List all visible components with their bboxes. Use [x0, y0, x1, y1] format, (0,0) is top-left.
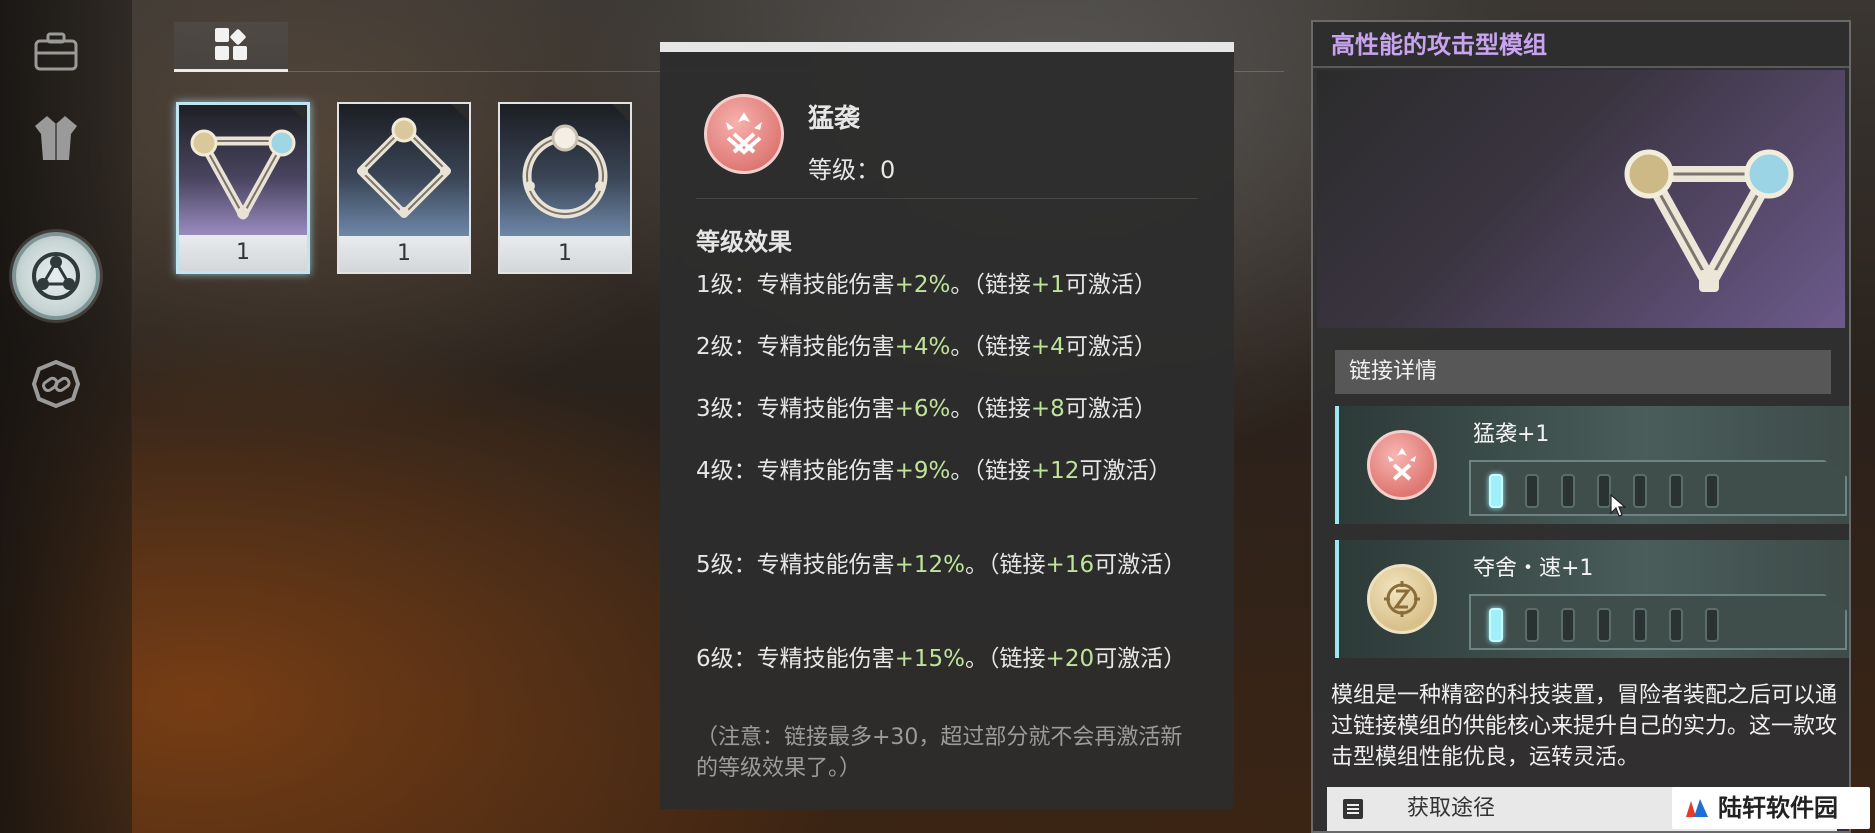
possession-speed-icon: [1367, 564, 1437, 634]
link-segment: [1525, 474, 1539, 508]
module-card-triangle[interactable]: 1: [176, 102, 310, 274]
tooltip-level: 等级：0: [808, 156, 896, 184]
mouse-cursor-icon: [1610, 494, 1626, 517]
list-icon: [1341, 797, 1365, 821]
link-progress-bar: [1469, 460, 1847, 516]
outfit-icon[interactable]: [26, 108, 86, 168]
link-segment: [1669, 474, 1683, 508]
link-row-assault: 猛袭+1: [1335, 406, 1849, 524]
site-watermark: 陆轩软件园: [1672, 787, 1870, 829]
link-segment: [1489, 474, 1503, 508]
diamond-module-art: [339, 104, 469, 238]
level-effect-3: 3级：专精技能伤害+6%。（链接+8可激活）: [696, 396, 1157, 422]
obtain-source-label: 获取途径: [1407, 796, 1496, 821]
module-card-diamond[interactable]: 1: [337, 102, 471, 274]
module-detail-panel: 高性能的攻击型模组 链接详情 猛袭+1 夺舍・速+1 模组是一种精密的科技装置，…: [1311, 20, 1851, 833]
module-icon[interactable]: [12, 232, 100, 320]
level-effect-4: 4级：专精技能伤害+9%。（链接+12可激活）: [696, 458, 1172, 484]
ring-module-art: [500, 104, 630, 238]
left-nav-rail: [0, 0, 132, 833]
module-title: 高性能的攻击型模组: [1313, 22, 1849, 68]
link-label: 夺舍・速+1: [1473, 556, 1594, 581]
link-segment: [1669, 608, 1683, 642]
card-corner: [612, 104, 630, 122]
level-effect-1: 1级：专精技能伤害+2%。（链接+1可激活）: [696, 272, 1157, 298]
link-segment: [1705, 474, 1719, 508]
link-segment: [1525, 608, 1539, 642]
module-description: 模组是一种精密的科技装置，冒险者装配之后可以通过链接模组的供能核心来提升自己的实…: [1331, 683, 1837, 770]
link-segment: [1489, 608, 1503, 642]
watermark-text: 陆轩软件园: [1718, 794, 1838, 822]
briefcase-icon[interactable]: [26, 22, 86, 82]
module-preview: [1317, 70, 1845, 328]
assault-icon: [704, 94, 784, 174]
link-segment: [1705, 608, 1719, 642]
link-segment: [1561, 474, 1575, 508]
triangle-module-preview-art: [1624, 149, 1794, 292]
watermark-logo-icon: [1686, 799, 1708, 817]
level-effect-5: 5级：专精技能伤害+12%。（链接+16可激活）: [696, 552, 1187, 578]
link-segment: [1597, 474, 1611, 508]
card-count: 1: [179, 235, 307, 271]
link-segment: [1597, 608, 1611, 642]
link-row-possession-speed: 夺舍・速+1: [1335, 540, 1849, 658]
link-cap-note: （注意：链接最多+30，超过部分就不会再激活新的等级效果了。）: [696, 725, 1183, 781]
card-count: 1: [339, 236, 469, 272]
assault-icon: [1367, 430, 1437, 500]
grid-icon: [214, 27, 248, 65]
level-effect-2: 2级：专精技能伤害+4%。（链接+4可激活）: [696, 334, 1157, 360]
level-effect-6: 6级：专精技能伤害+15%。（链接+20可激活）: [696, 646, 1187, 672]
module-effect-tooltip: 猛袭 等级：0 等级效果 1级：专精技能伤害+2%。（链接+1可激活） 2级：专…: [660, 42, 1234, 809]
tooltip-divider: [696, 198, 1198, 199]
card-corner: [289, 105, 307, 123]
link-label: 猛袭+1: [1473, 422, 1550, 447]
link-chain-icon[interactable]: [26, 354, 86, 414]
card-corner: [451, 104, 469, 122]
level-effects-heading: 等级效果: [696, 228, 792, 256]
link-segment: [1561, 608, 1575, 642]
card-count: 1: [500, 236, 630, 272]
link-segment: [1633, 608, 1647, 642]
tooltip-title: 猛袭: [808, 104, 861, 134]
triangle-module-art: [179, 105, 307, 239]
link-progress-bar: [1469, 594, 1847, 650]
link-details-heading: 链接详情: [1335, 350, 1831, 394]
tab-modules[interactable]: [174, 22, 288, 72]
module-card-ring[interactable]: 1: [498, 102, 632, 274]
link-segment: [1633, 474, 1647, 508]
